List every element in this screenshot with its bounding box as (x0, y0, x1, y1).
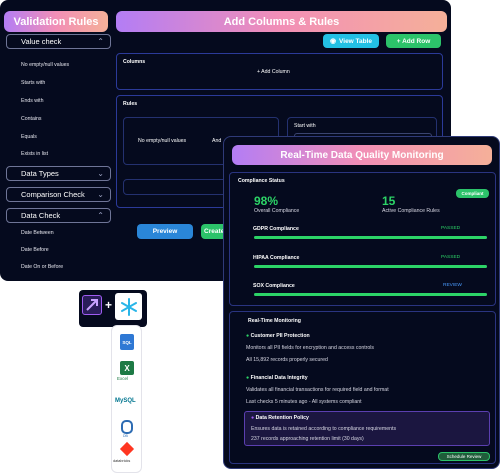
value-check-label: Value check (21, 37, 62, 46)
sox-progress (254, 293, 487, 296)
sql-label: SQL (122, 339, 132, 345)
chevron-down-icon: ⌄ (97, 190, 104, 199)
card-line: All 15,892 records properly secured (246, 357, 328, 363)
plus-icon: + (105, 298, 113, 312)
validation-rules-header: Validation Rules (4, 11, 108, 32)
data-types-label: Data Types (21, 169, 59, 178)
monitor-card: ● Customer PII Protection Monitors all P… (246, 333, 488, 363)
rule-item[interactable]: Date On or Before (21, 264, 63, 270)
sql-server-icon: SQL (120, 334, 134, 350)
compliance-status-panel: Compliance Status Compliant 98% Overall … (229, 172, 496, 306)
active-rules-value: 15 (382, 194, 396, 208)
rule-item[interactable]: Date Between (21, 230, 54, 236)
data-check-label: Data Check (21, 211, 61, 220)
rule-item[interactable]: Starts with (21, 80, 45, 86)
card-line: 237 records approaching retention limit … (251, 436, 364, 442)
sox-progress-fill (254, 293, 487, 296)
rule-item[interactable]: No empty/null values (21, 62, 69, 68)
chevron-up-icon: ⌃ (97, 37, 104, 46)
compliant-badge: Compliant (456, 189, 489, 198)
add-columns-title: Add Columns & Rules (223, 15, 340, 28)
hipaa-status: PASSED (441, 255, 461, 260)
app-logo-icon (82, 295, 102, 315)
compliance-status-title: Compliance Status (238, 178, 285, 184)
monitor-card-highlight: ● Data Retention Policy Ensures data is … (244, 411, 490, 446)
hipaa-label: HIPAA Compliance (253, 255, 300, 261)
rule-item[interactable]: Equals (21, 134, 37, 140)
monitoring-header: Real-Time Data Quality Monitoring (232, 145, 492, 165)
validation-rules-title: Validation Rules (13, 15, 99, 28)
compliant-badge-label: Compliant (461, 191, 484, 196)
monitoring-window: Real-Time Data Quality Monitoring Compli… (223, 136, 500, 469)
start-with-label: Start with (294, 123, 316, 129)
add-row-label: + Add Row (396, 37, 431, 45)
databricks-icon (119, 441, 135, 457)
add-columns-header: Add Columns & Rules (116, 11, 447, 32)
rule-item[interactable]: Contains (21, 116, 41, 122)
gdpr-progress (254, 236, 487, 239)
card-line: Monitors all PII fields for encryption a… (246, 345, 375, 351)
overall-compliance-label: Overall Compliance (254, 208, 300, 214)
schedule-review-button[interactable]: Schedule Review (438, 452, 490, 461)
schedule-review-label: Schedule Review (446, 454, 482, 459)
preview-button[interactable]: Preview (137, 224, 193, 239)
chevron-up-icon: ⌃ (97, 211, 104, 220)
rule-and: And (212, 138, 222, 144)
gdpr-status: PASSED (441, 226, 461, 231)
rule-item[interactable]: Date Before (21, 247, 49, 253)
overall-compliance-value: 98% (254, 194, 279, 208)
status-dot-icon: ● (246, 333, 250, 339)
value-check-select[interactable]: Value check ⌃ (6, 34, 111, 49)
sox-label: SOX Compliance (253, 283, 295, 289)
create-label: Create (204, 228, 225, 235)
preview-label: Preview (152, 228, 178, 235)
data-check-select[interactable]: Data Check ⌃ (6, 208, 111, 223)
database-label: DB (123, 434, 128, 438)
rule-item[interactable]: Exists in list (21, 151, 48, 157)
view-table-label: View Table (339, 37, 373, 45)
database-icon (121, 420, 133, 434)
add-row-button[interactable]: + Add Row (386, 34, 441, 48)
sox-status: REVIEW (443, 283, 462, 288)
databricks-label: databricks (113, 459, 131, 463)
comparison-check-label: Comparison Check (21, 190, 85, 199)
chevron-down-icon: ⌄ (97, 169, 104, 178)
connectors-strip: SQL X Excel MySQL DB databricks (111, 325, 142, 473)
excel-icon: X (120, 361, 134, 375)
monitor-card: ● Financial Data Integrity Validates all… (246, 375, 488, 405)
data-types-select[interactable]: Data Types ⌄ (6, 166, 111, 181)
card-line: Last checks 5 minutes ago - All systems … (246, 399, 362, 405)
view-table-button[interactable]: ◉ View Table (323, 34, 379, 48)
monitoring-title: Real-Time Data Quality Monitoring (280, 149, 444, 161)
columns-label: Columns (123, 59, 146, 65)
mysql-icon: MySQL (115, 398, 136, 404)
columns-box: Columns + Add Column (116, 53, 443, 90)
card-title: Data Retention Policy (255, 415, 309, 421)
rule-item[interactable]: Ends with (21, 98, 44, 104)
gdpr-label: GDPR Compliance (253, 226, 299, 232)
realtime-monitoring-panel: Real-Time Monitoring ● Customer PII Prot… (229, 311, 496, 464)
eye-icon: ◉ (329, 38, 337, 45)
gdpr-progress-fill (254, 236, 487, 239)
card-line: Ensures data is retained according to co… (251, 426, 397, 432)
integrations-bar: + (79, 290, 147, 327)
status-dot-icon: ● (251, 415, 255, 421)
card-title: Financial Data Integrity (250, 375, 308, 381)
snowflake-icon (115, 293, 142, 320)
rules-label: Rules (123, 101, 138, 107)
card-line: Validates all financial transactions for… (246, 387, 389, 393)
status-dot-icon: ● (246, 375, 250, 381)
add-column-button[interactable]: + Add Column (257, 69, 290, 75)
rule-value: No empty/null values (138, 138, 187, 144)
comparison-check-select[interactable]: Comparison Check ⌄ (6, 187, 111, 202)
hipaa-progress-fill (254, 265, 487, 268)
excel-label: Excel (117, 376, 129, 381)
hipaa-progress (254, 265, 487, 268)
card-title: Customer PII Protection (250, 333, 310, 339)
active-rules-label: Active Compliance Rules (382, 208, 440, 214)
realtime-monitoring-title: Real-Time Monitoring (248, 318, 301, 324)
